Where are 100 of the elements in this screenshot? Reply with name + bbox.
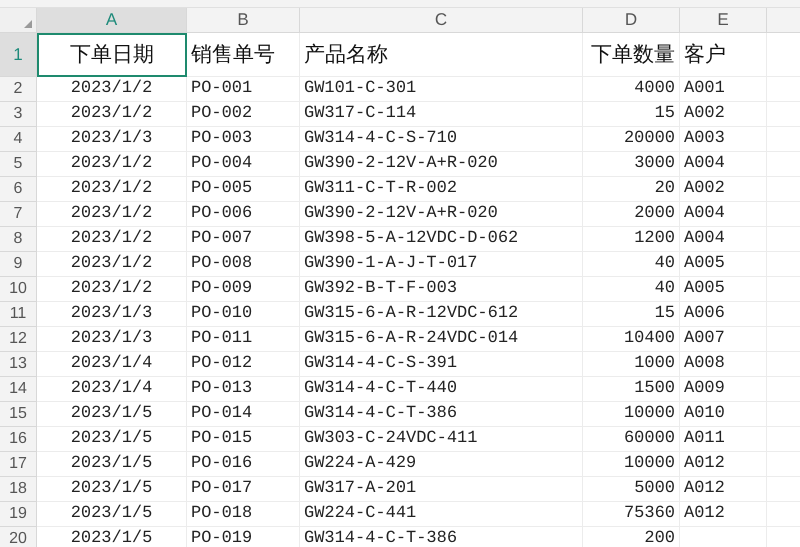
table-cell: 2023/1/5 xyxy=(37,527,187,547)
table-cell: GW398-5-A-12VDC-D-062 xyxy=(300,227,583,252)
table-cell: GW314-4-C-T-386 xyxy=(300,402,583,427)
row-header: 4 xyxy=(0,127,37,152)
column-header[interactable]: D xyxy=(583,8,680,33)
table-cell: PO-011 xyxy=(187,327,300,352)
table-cell: 2023/1/3 xyxy=(37,127,187,152)
table-cell: 2023/1/5 xyxy=(37,502,187,527)
table-cell: 2023/1/5 xyxy=(37,427,187,452)
table-cell: 15 xyxy=(583,102,680,127)
table-cell: 2023/1/4 xyxy=(37,377,187,402)
table-cell: GW317-C-114 xyxy=(300,102,583,127)
table-cell: PO-006 xyxy=(187,202,300,227)
row-header: 1 xyxy=(0,33,37,77)
table-cell: GW392-B-T-F-003 xyxy=(300,277,583,302)
row-header: 19 xyxy=(0,502,37,527)
table-cell: PO-004 xyxy=(187,152,300,177)
table-header-cell: 客户 xyxy=(680,33,767,77)
row-header: 9 xyxy=(0,252,37,277)
table-cell: 2023/1/2 xyxy=(37,252,187,277)
table-cell: A010 xyxy=(680,402,767,427)
table-cell: A008 xyxy=(680,352,767,377)
table-cell: A011 xyxy=(680,427,767,452)
table-cell: A005 xyxy=(680,252,767,277)
table-cell: 2023/1/4 xyxy=(37,352,187,377)
table-cell: A012 xyxy=(680,452,767,477)
table-cell: GW390-2-12V-A+R-020 xyxy=(300,202,583,227)
table-cell: 5000 xyxy=(583,477,680,502)
row-header: 2 xyxy=(0,77,37,102)
table-cell: GW101-C-301 xyxy=(300,77,583,102)
row-header: 6 xyxy=(0,177,37,202)
table-cell: 75360 xyxy=(583,502,680,527)
row-header: 15 xyxy=(0,402,37,427)
table-cell: 20 xyxy=(583,177,680,202)
table-cell: 2023/1/2 xyxy=(37,202,187,227)
table-cell: 2023/1/2 xyxy=(37,152,187,177)
table-cell: GW303-C-24VDC-411 xyxy=(300,427,583,452)
table-cell: 1200 xyxy=(583,227,680,252)
table-cell: 2000 xyxy=(583,202,680,227)
table-cell: PO-008 xyxy=(187,252,300,277)
row-header: 8 xyxy=(0,227,37,252)
table-cell: 20000 xyxy=(583,127,680,152)
row-header: 18 xyxy=(0,477,37,502)
table-cell: 1000 xyxy=(583,352,680,377)
table-cell: GW314-4-C-T-386 xyxy=(300,527,583,547)
table-cell: GW314-4-C-T-440 xyxy=(300,377,583,402)
table-cell: A012 xyxy=(680,477,767,502)
table-cell: A001 xyxy=(680,77,767,102)
select-all-icon[interactable] xyxy=(24,20,32,28)
table-cell: 1500 xyxy=(583,377,680,402)
table-cell: 4000 xyxy=(583,77,680,102)
table-cell: GW390-2-12V-A+R-020 xyxy=(300,152,583,177)
row-header: 11 xyxy=(0,302,37,327)
table-cell: 15 xyxy=(583,302,680,327)
table-cell: PO-009 xyxy=(187,277,300,302)
table-cell: GW314-4-C-S-710 xyxy=(300,127,583,152)
row-header: 17 xyxy=(0,452,37,477)
table-cell: 10000 xyxy=(583,452,680,477)
table-cell: GW315-6-A-R-12VDC-612 xyxy=(300,302,583,327)
table-cell: 2023/1/3 xyxy=(37,327,187,352)
table-cell: PO-014 xyxy=(187,402,300,427)
table-header-cell: 销售单号 xyxy=(187,33,300,77)
table-cell: A007 xyxy=(680,327,767,352)
table-cell: 2023/1/2 xyxy=(37,277,187,302)
table-cell: A002 xyxy=(680,102,767,127)
table-cell: GW315-6-A-R-24VDC-014 xyxy=(300,327,583,352)
row-header: 16 xyxy=(0,427,37,452)
row-header: 14 xyxy=(0,377,37,402)
table-cell: 2023/1/3 xyxy=(37,302,187,327)
table-cell: GW224-A-429 xyxy=(300,452,583,477)
table-cell: 2023/1/5 xyxy=(37,452,187,477)
column-header[interactable]: C xyxy=(300,8,583,33)
table-cell: 2023/1/5 xyxy=(37,402,187,427)
column-header[interactable]: B xyxy=(187,8,300,33)
table-cell: PO-003 xyxy=(187,127,300,152)
column-header[interactable]: E xyxy=(680,8,767,33)
row-header: 10 xyxy=(0,277,37,302)
table-cell: PO-002 xyxy=(187,102,300,127)
table-cell: A004 xyxy=(680,202,767,227)
table-cell: PO-010 xyxy=(187,302,300,327)
table-cell: PO-012 xyxy=(187,352,300,377)
table-cell: PO-013 xyxy=(187,377,300,402)
row-header: 3 xyxy=(0,102,37,127)
table-cell: A006 xyxy=(680,302,767,327)
table-header-cell: 下单数量 xyxy=(583,33,680,77)
row-header: 5 xyxy=(0,152,37,177)
table-cell: GW317-A-201 xyxy=(300,477,583,502)
table-header-cell: 下单日期 xyxy=(37,33,187,77)
table-cell: 2023/1/2 xyxy=(37,177,187,202)
table-cell: 40 xyxy=(583,277,680,302)
row-header: 13 xyxy=(0,352,37,377)
table-cell: 60000 xyxy=(583,427,680,452)
row-header: 20 xyxy=(0,527,37,547)
table-cell: 2023/1/2 xyxy=(37,227,187,252)
table-cell: 3000 xyxy=(583,152,680,177)
table-cell: GW311-C-T-R-002 xyxy=(300,177,583,202)
table-cell: A005 xyxy=(680,277,767,302)
table-cell: A004 xyxy=(680,227,767,252)
table-cell: 40 xyxy=(583,252,680,277)
table-cell: GW390-1-A-J-T-017 xyxy=(300,252,583,277)
